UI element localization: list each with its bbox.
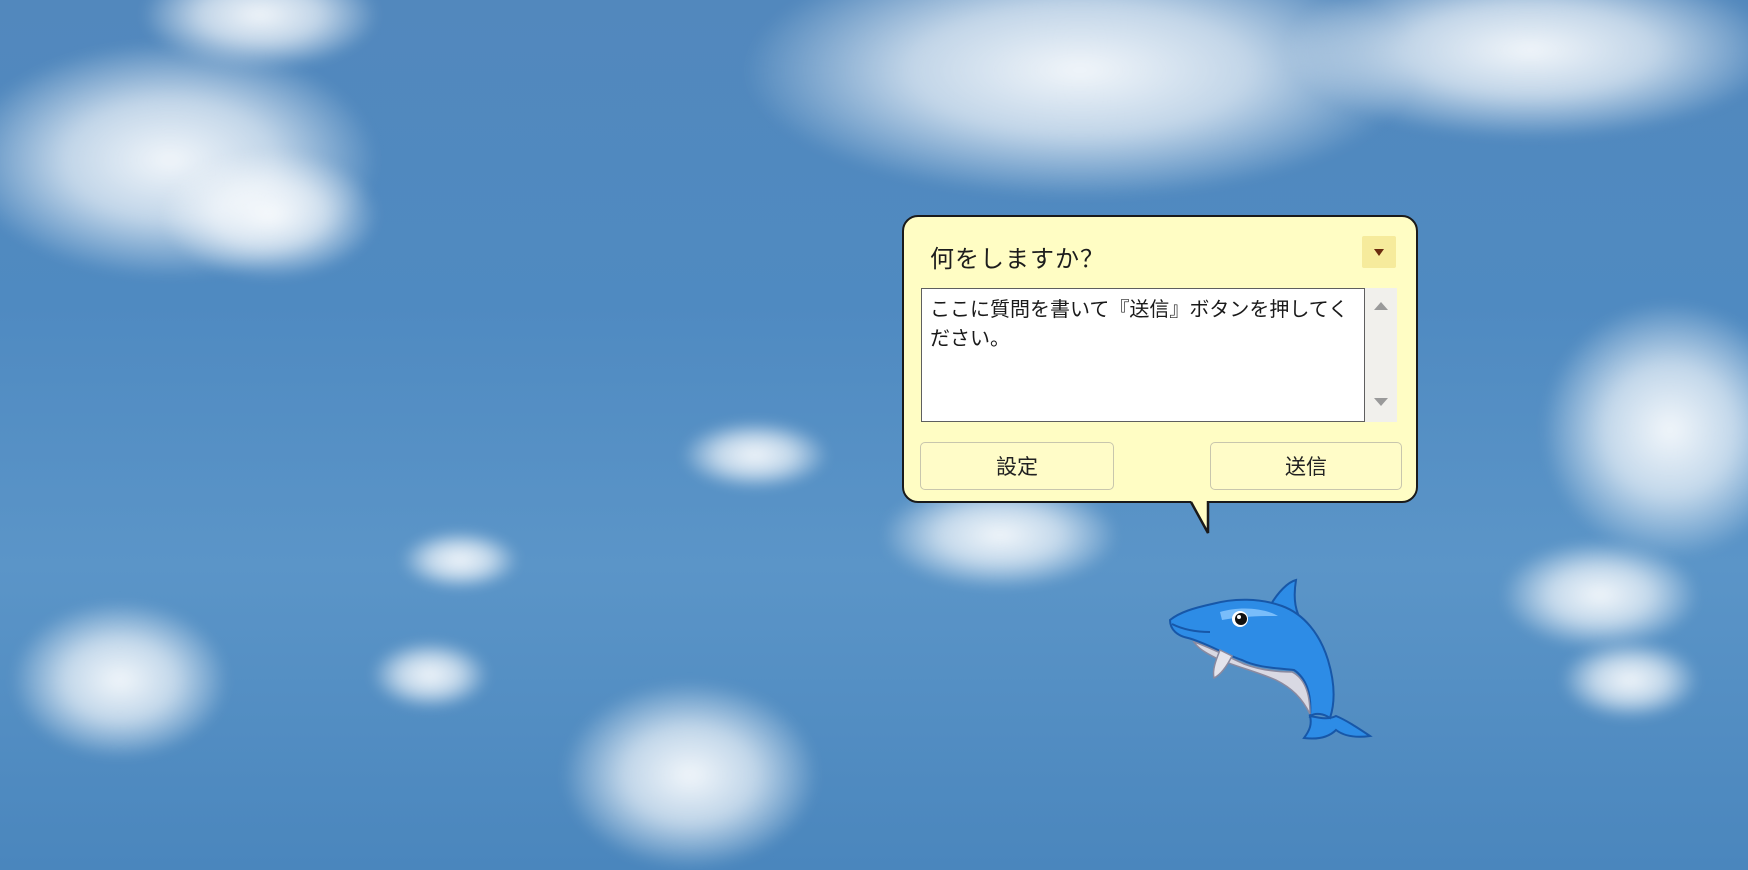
scroll-down-button[interactable] — [1365, 388, 1397, 416]
cloud — [370, 640, 490, 710]
dropdown-triangle-icon — [1374, 249, 1384, 256]
balloon-tail — [1189, 501, 1210, 534]
settings-button[interactable]: 設定 — [920, 442, 1114, 490]
cloud — [1560, 640, 1700, 720]
cloud — [1540, 300, 1748, 560]
scroll-down-arrow-icon — [1374, 398, 1388, 406]
desktop-background: 何をしますか？ ここに質問を書いて『送信』ボタンを押してください。 設定 送信 — [0, 0, 1748, 870]
assistant-speech-balloon: 何をしますか？ ここに質問を書いて『送信』ボタンを押してください。 設定 送信 — [902, 215, 1418, 503]
send-button[interactable]: 送信 — [1210, 442, 1402, 490]
dolphin-icon[interactable] — [1160, 568, 1390, 744]
cloud — [560, 680, 820, 870]
cloud — [680, 420, 830, 490]
input-scrollbar[interactable] — [1365, 288, 1397, 422]
scroll-up-arrow-icon — [1374, 302, 1388, 310]
balloon-title: 何をしますか？ — [930, 245, 1105, 273]
cloud — [1500, 540, 1700, 650]
cloud — [160, 150, 380, 280]
question-input[interactable]: ここに質問を書いて『送信』ボタンを押してください。 — [921, 288, 1365, 422]
cloud — [10, 600, 230, 760]
cloud — [400, 530, 520, 590]
scroll-up-button[interactable] — [1365, 292, 1397, 320]
balloon-menu-button[interactable] — [1362, 236, 1396, 268]
